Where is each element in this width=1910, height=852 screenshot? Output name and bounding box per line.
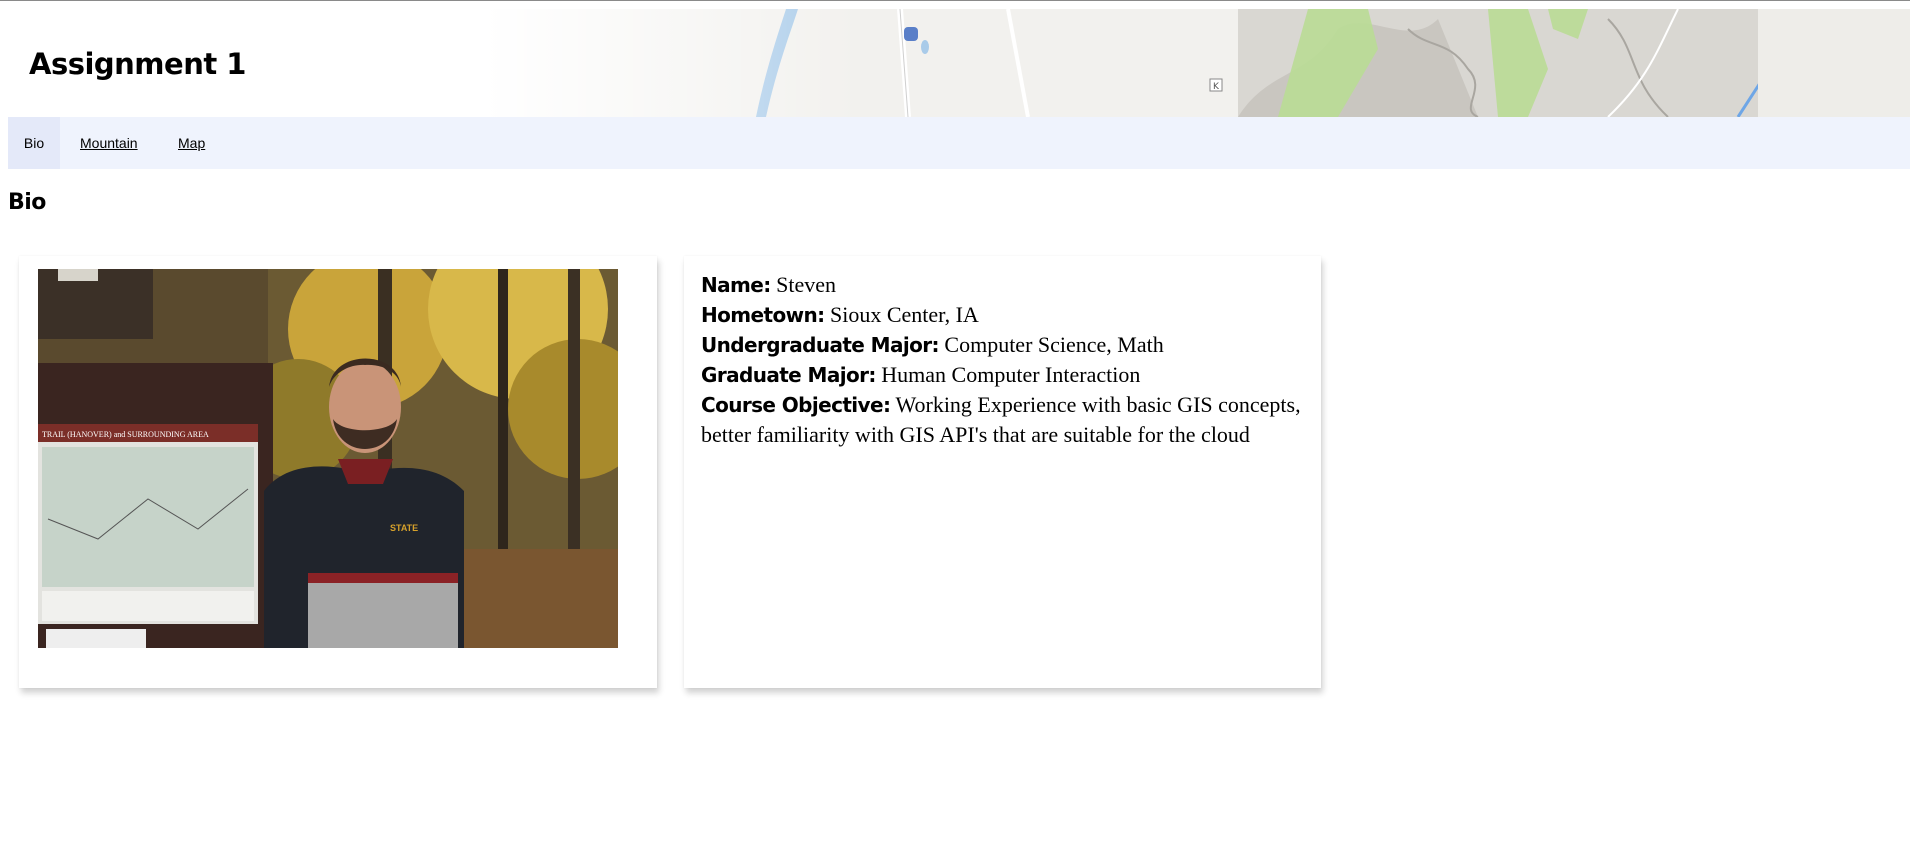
tab-map[interactable]: Map (178, 117, 205, 169)
browser-top-border (0, 0, 1910, 1)
tab-bio[interactable]: Bio (8, 117, 60, 169)
tab-mountain[interactable]: Mountain (80, 117, 138, 169)
header-map-background: K (8, 9, 1910, 117)
grad-major-label: Graduate Major: (701, 363, 876, 387)
bio-row-grad: Graduate Major: Human Computer Interacti… (701, 360, 1311, 390)
undergrad-major-value: Computer Science, Math (944, 332, 1164, 357)
photo-card: TRAIL (HANOVER) and SURROUNDING AREA STA… (19, 256, 657, 688)
undergrad-major-label: Undergraduate Major: (701, 333, 940, 357)
jacket-logo-text: STATE (390, 523, 418, 533)
photo-sign-text: TRAIL (HANOVER) and SURROUNDING AREA (42, 430, 209, 439)
section-heading: Bio (8, 190, 46, 215)
course-objective-label: Course Objective: (701, 393, 891, 417)
bio-row-name: Name: Steven (701, 270, 1311, 300)
bio-card: Name: Steven Hometown: Sioux Center, IA … (684, 256, 1321, 688)
grad-major-value: Human Computer Interaction (881, 362, 1141, 387)
hometown-label: Hometown: (701, 303, 825, 327)
page-title: Assignment 1 (29, 47, 246, 81)
bio-details: Name: Steven Hometown: Sioux Center, IA … (701, 270, 1311, 450)
page-header: K Assignment 1 (8, 9, 1910, 117)
bio-row-objective: Course Objective: Working Experience wit… (701, 390, 1311, 450)
bio-row-undergrad: Undergraduate Major: Computer Science, M… (701, 330, 1311, 360)
name-value: Steven (776, 272, 837, 297)
name-label: Name: (701, 273, 771, 297)
profile-photo: TRAIL (HANOVER) and SURROUNDING AREA STA… (38, 269, 618, 648)
tab-navbar: Bio Mountain Map (8, 117, 1910, 169)
hometown-value: Sioux Center, IA (830, 302, 979, 327)
bio-row-hometown: Hometown: Sioux Center, IA (701, 300, 1311, 330)
